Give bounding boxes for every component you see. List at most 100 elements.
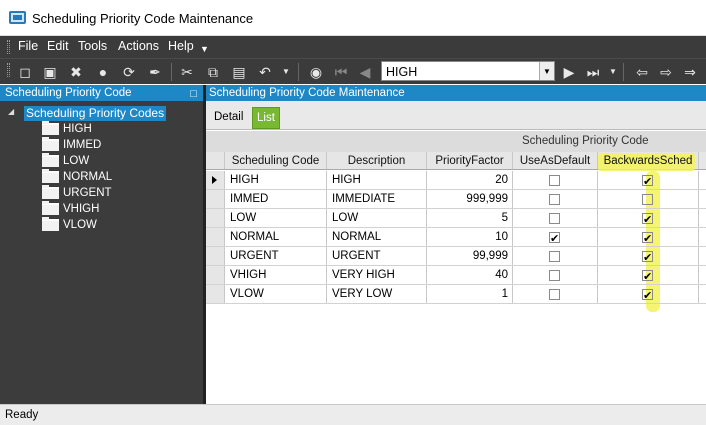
cell-scheduling-code[interactable]: VHIGH [225, 266, 327, 284]
delete-icon[interactable]: ✖ [66, 62, 86, 82]
column-header-use-as-default[interactable]: UseAsDefault [513, 152, 598, 169]
folder-icon [42, 153, 59, 167]
menu-file[interactable]: File [18, 39, 38, 53]
use-as-default-checkbox[interactable] [549, 270, 560, 281]
chevron-down-icon[interactable]: ▼ [539, 62, 554, 80]
back-icon[interactable]: ⇦ [632, 62, 652, 82]
tree-root-label[interactable]: Scheduling Priority Codes [24, 106, 167, 121]
undo-dropdown-icon[interactable]: ▼ [276, 62, 296, 82]
comment-icon[interactable]: ● [93, 62, 113, 82]
cell-priority-factor[interactable]: 40 [427, 266, 513, 284]
column-header-backwards-sched[interactable]: BackwardsSched [598, 152, 699, 169]
tab-list[interactable]: List [252, 107, 280, 129]
last-record-icon[interactable]: ⏭ [583, 62, 603, 82]
new-icon[interactable]: ◻ [15, 62, 35, 82]
backwards-sched-checkbox[interactable] [642, 230, 653, 246]
cell-description[interactable]: LOW [327, 209, 427, 227]
row-selector[interactable] [206, 228, 225, 246]
menu-edit[interactable]: Edit [47, 39, 69, 53]
cell-scheduling-code[interactable]: HIGH [225, 171, 327, 189]
column-header-scheduling-code[interactable]: Scheduling Code [225, 152, 327, 169]
tree-node-label[interactable]: VLOW [63, 218, 97, 232]
cell-scheduling-code[interactable]: NORMAL [225, 228, 327, 246]
table-row[interactable]: VLOW VERY LOW 1 [206, 285, 706, 304]
use-as-default-checkbox[interactable] [549, 251, 560, 262]
cell-backwards-sched [598, 266, 699, 284]
table-row[interactable]: LOW LOW 5 [206, 209, 706, 228]
row-selector[interactable] [206, 266, 225, 284]
cell-overflow [699, 266, 706, 284]
tree-node-label[interactable]: NORMAL [63, 170, 112, 184]
backwards-sched-checkbox[interactable] [642, 287, 653, 303]
backwards-sched-checkbox[interactable] [642, 249, 653, 265]
cell-priority-factor[interactable]: 20 [427, 171, 513, 189]
table-row[interactable]: IMMED IMMEDIATE 999,999 [206, 190, 706, 209]
clear-icon[interactable]: ✒ [145, 62, 165, 82]
first-record-icon[interactable]: ⏮ [331, 62, 351, 82]
pin-icon[interactable]: □ [190, 86, 197, 102]
use-as-default-checkbox[interactable] [549, 213, 560, 224]
cell-priority-factor[interactable]: 5 [427, 209, 513, 227]
tab-detail[interactable]: Detail [210, 107, 247, 129]
table-row[interactable]: URGENT URGENT 99,999 [206, 247, 706, 266]
row-selector[interactable] [206, 285, 225, 303]
cell-description[interactable]: URGENT [327, 247, 427, 265]
save-icon[interactable]: ▣ [40, 62, 60, 82]
previous-record-icon[interactable]: ◀ [355, 62, 375, 82]
row-selector[interactable] [206, 247, 225, 265]
search-icon[interactable]: ◉ [306, 62, 326, 82]
use-as-default-checkbox[interactable] [549, 175, 560, 186]
cell-priority-factor[interactable]: 1 [427, 285, 513, 303]
tree-node-label[interactable]: IMMED [63, 138, 101, 152]
backwards-sched-checkbox[interactable] [642, 211, 653, 227]
more-icon[interactable]: ⇒ [680, 62, 700, 82]
cell-priority-factor[interactable]: 999,999 [427, 190, 513, 208]
menu-actions[interactable]: Actions [118, 39, 159, 53]
cell-description[interactable]: VERY LOW [327, 285, 427, 303]
column-header-priority-factor[interactable]: PriorityFactor [427, 152, 513, 169]
table-row[interactable]: NORMAL NORMAL 10 [206, 228, 706, 247]
forward-icon[interactable]: ⇨ [656, 62, 676, 82]
backwards-sched-checkbox[interactable] [642, 173, 653, 189]
row-selector[interactable] [206, 171, 225, 189]
navigation-dropdown-icon[interactable]: ▼ [603, 62, 623, 82]
cell-description[interactable]: VERY HIGH [327, 266, 427, 284]
use-as-default-checkbox[interactable] [549, 289, 560, 300]
use-as-default-checkbox[interactable] [549, 230, 560, 246]
cell-description[interactable]: NORMAL [327, 228, 427, 246]
tree-node-label[interactable]: VHIGH [63, 202, 99, 216]
cell-use-as-default [513, 285, 598, 303]
cell-scheduling-code[interactable]: VLOW [225, 285, 327, 303]
expand-triangle-icon[interactable]: ◢ [8, 107, 14, 116]
backwards-sched-checkbox[interactable] [642, 268, 653, 284]
table-row[interactable]: HIGH HIGH 20 [206, 171, 706, 190]
backwards-sched-checkbox[interactable] [642, 194, 653, 205]
record-selector[interactable]: HIGH ▼ [381, 61, 555, 81]
row-selector[interactable] [206, 190, 225, 208]
menu-overflow-icon[interactable]: ▼ [200, 44, 209, 54]
row-selector[interactable] [206, 209, 225, 227]
use-as-default-checkbox[interactable] [549, 194, 560, 205]
cut-icon[interactable]: ✂ [177, 62, 197, 82]
table-row[interactable]: VHIGH VERY HIGH 40 [206, 266, 706, 285]
next-record-icon[interactable]: ▶ [559, 62, 579, 82]
toolbar-separator [623, 63, 624, 81]
cell-description[interactable]: IMMEDIATE [327, 190, 427, 208]
cell-priority-factor[interactable]: 99,999 [427, 247, 513, 265]
cell-overflow [699, 209, 706, 227]
cell-scheduling-code[interactable]: URGENT [225, 247, 327, 265]
refresh-icon[interactable]: ⟳ [119, 62, 139, 82]
menu-tools[interactable]: Tools [78, 39, 107, 53]
menu-help[interactable]: Help [168, 39, 194, 53]
cell-priority-factor[interactable]: 10 [427, 228, 513, 246]
cell-scheduling-code[interactable]: LOW [225, 209, 327, 227]
tree-node-label[interactable]: URGENT [63, 186, 112, 200]
tree-node-label[interactable]: LOW [63, 154, 89, 168]
column-header-description[interactable]: Description [327, 152, 427, 169]
paste-icon[interactable]: ▤ [229, 62, 249, 82]
copy-icon[interactable]: ⧉ [203, 62, 223, 82]
cell-scheduling-code[interactable]: IMMED [225, 190, 327, 208]
tree-node-label[interactable]: HIGH [63, 122, 92, 136]
undo-icon[interactable]: ↶ [255, 62, 275, 82]
cell-description[interactable]: HIGH [327, 171, 427, 189]
